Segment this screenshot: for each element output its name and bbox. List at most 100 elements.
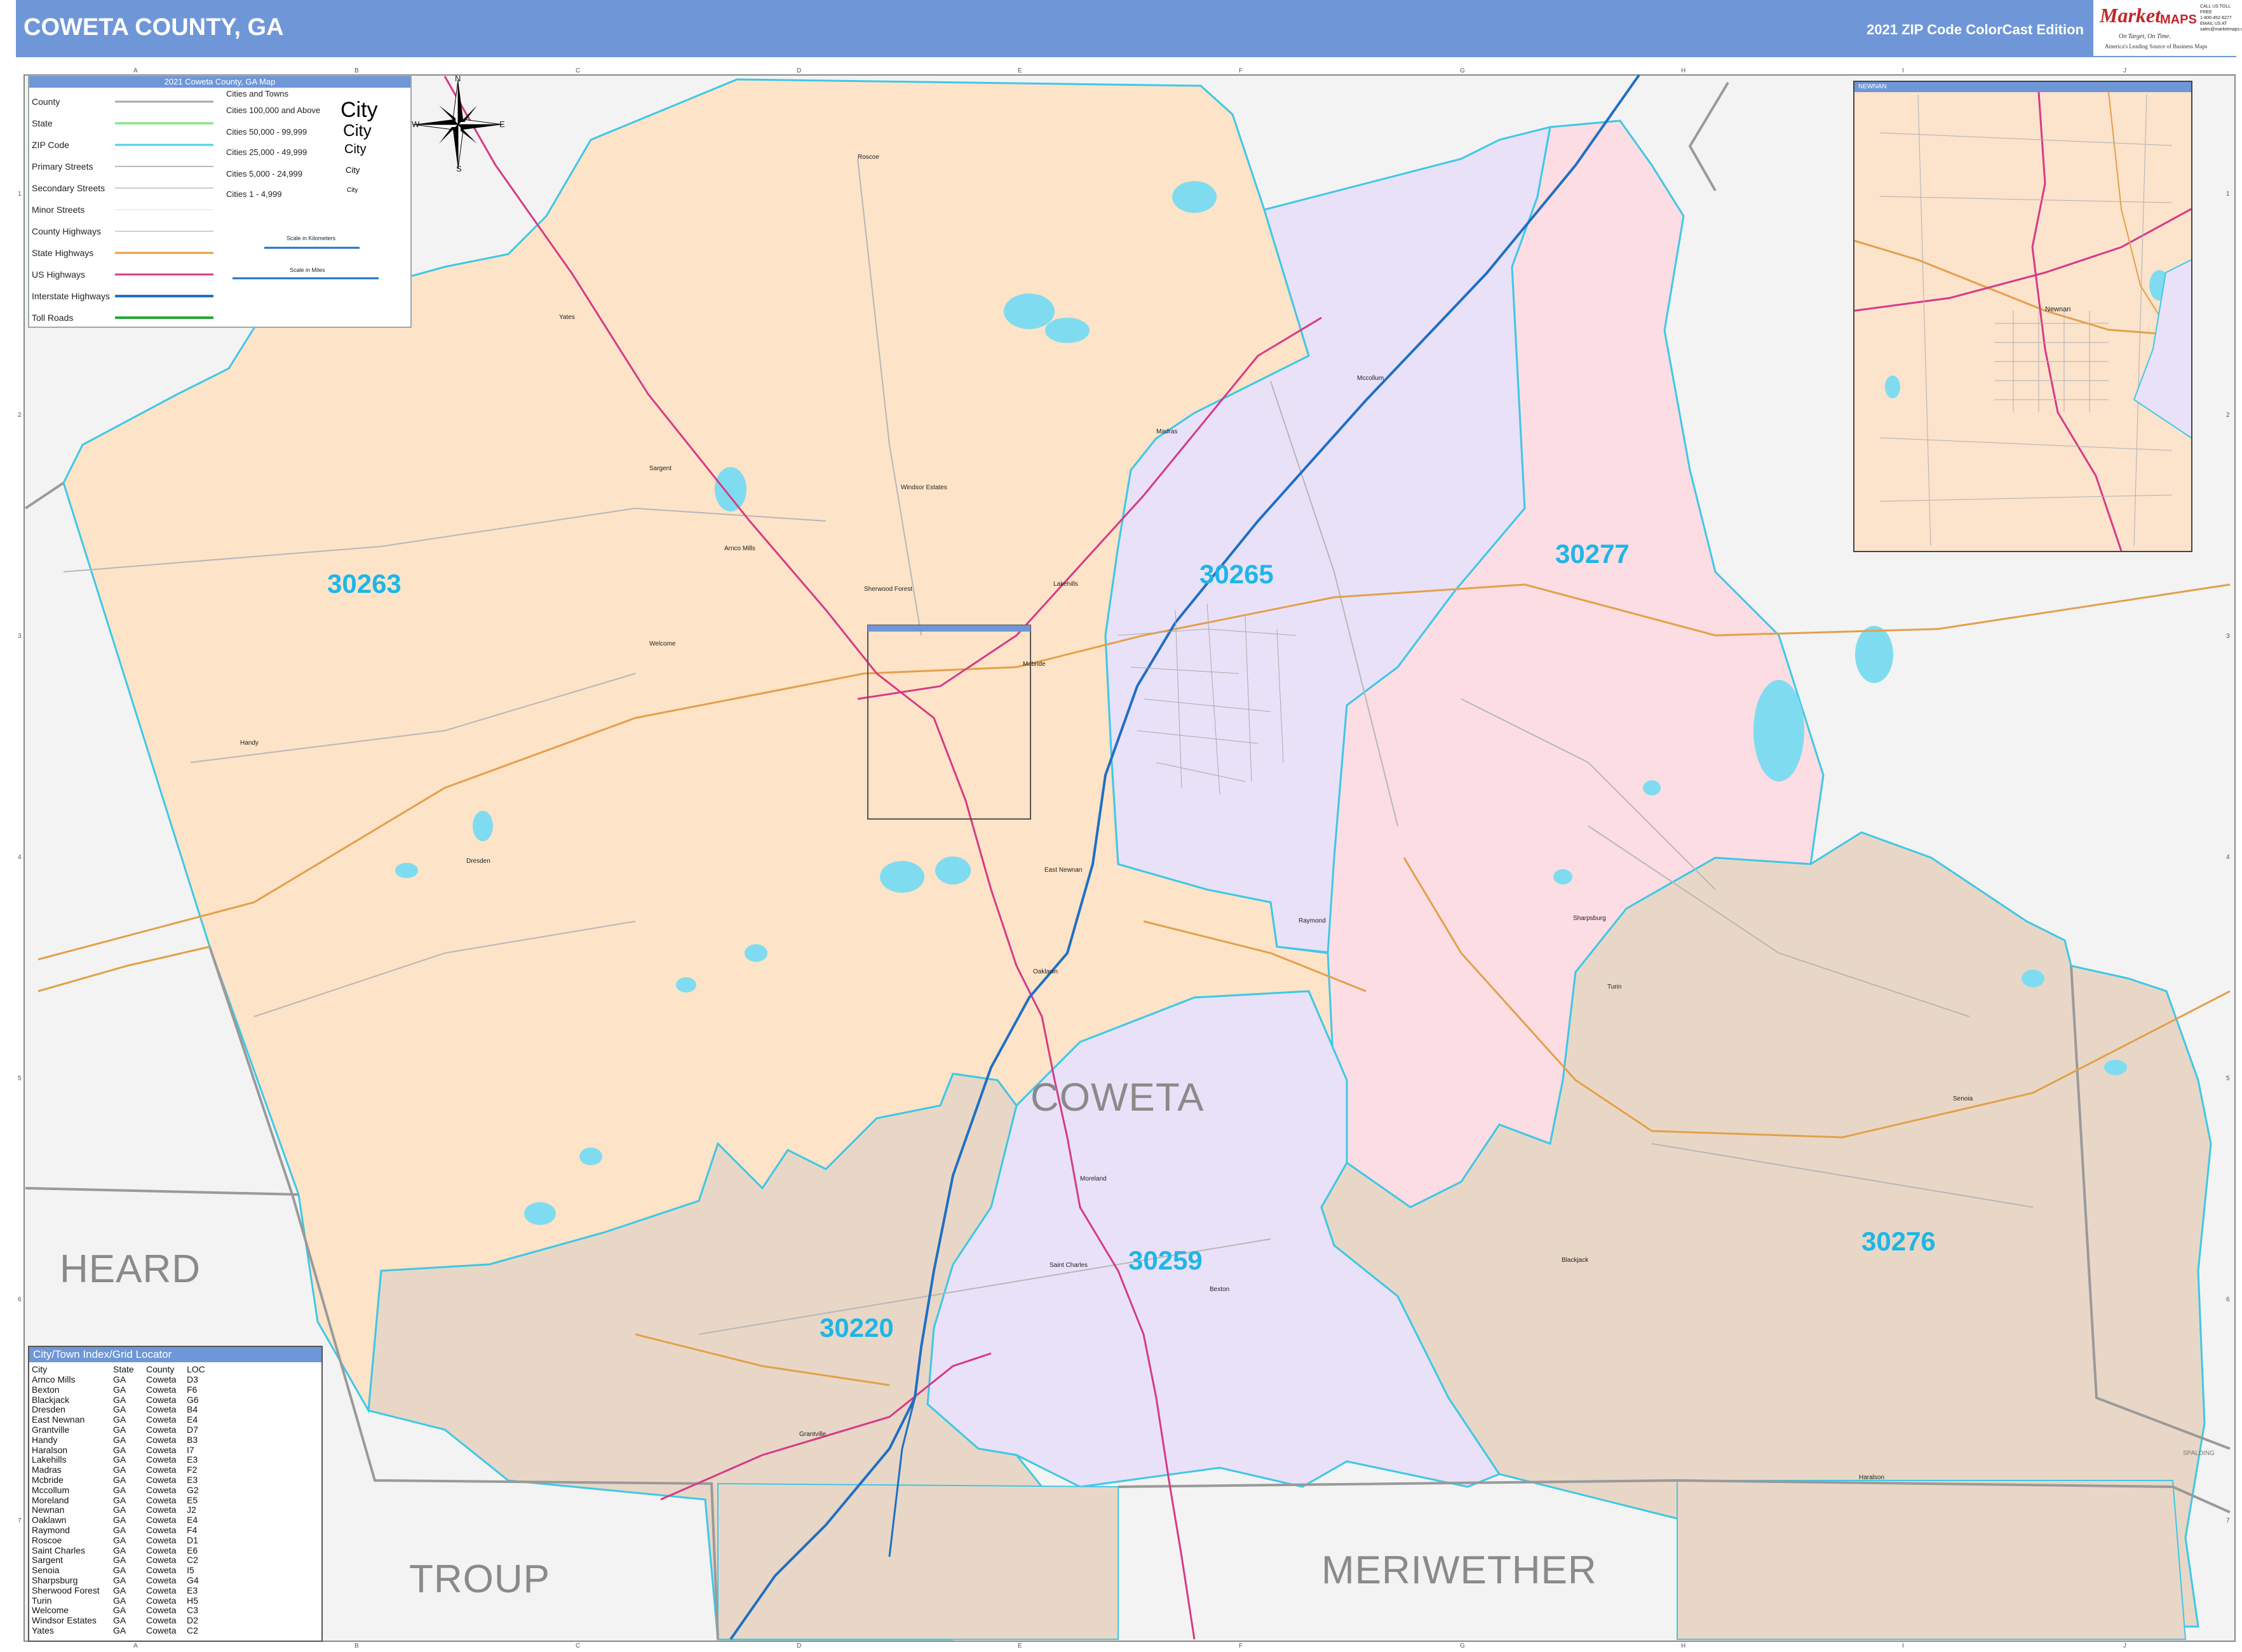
town-label: Turin	[1607, 984, 1622, 991]
locator-cell: Grantville	[32, 1425, 70, 1435]
locator-cell: Coweta	[146, 1585, 177, 1595]
locator-cell: GA	[113, 1494, 126, 1505]
inset-canvas	[1854, 91, 2191, 551]
county-label-troup: TROUP	[409, 1557, 550, 1601]
town-label: Grantville	[799, 1431, 827, 1438]
city-index-locator: City/Town Index/Grid Locator City State …	[28, 1346, 323, 1642]
locator-cell: GA	[113, 1515, 126, 1526]
grid-col-label: B	[355, 67, 359, 74]
grid-col-label: J	[2123, 67, 2126, 74]
compass-e: E	[499, 119, 505, 129]
locator-cell: GA	[113, 1425, 126, 1435]
county-label-heard: HEARD	[60, 1247, 201, 1291]
grid-row-label: 2	[2226, 412, 2230, 419]
locator-cell: E4	[187, 1414, 198, 1425]
locator-cell: E3	[187, 1585, 198, 1595]
locator-cell: GA	[113, 1444, 126, 1455]
locator-cell: Bexton	[32, 1384, 60, 1395]
locator-cell: D3	[187, 1374, 198, 1385]
locator-title: City/Town Index/Grid Locator	[29, 1347, 321, 1362]
grid-row-label: 3	[2226, 633, 2230, 640]
locator-cell: Coweta	[146, 1625, 177, 1635]
locator-cell: E3	[187, 1454, 198, 1465]
locator-cell: D7	[187, 1425, 198, 1435]
locator-cell: GA	[113, 1394, 126, 1405]
locator-cell: Coweta	[146, 1515, 177, 1526]
grid-col-label: I	[1902, 1642, 1904, 1649]
locator-cell: Coweta	[146, 1404, 177, 1415]
town-label: East Newnan	[1044, 867, 1083, 874]
zip-label-30276: 30276	[1861, 1226, 1936, 1256]
grid-col-label: D	[797, 1642, 802, 1649]
locator-cell: D2	[187, 1615, 198, 1626]
newnan-inset-locator-head	[868, 625, 1030, 632]
grid-col-label: F	[1239, 1642, 1243, 1649]
legend-scale-mi: Scale in Miles	[290, 267, 325, 273]
town-label: Mcbride	[1023, 661, 1046, 668]
compass-n: N	[455, 74, 461, 83]
locator-cell: Welcome	[32, 1605, 69, 1616]
locator-cell: GA	[113, 1404, 126, 1415]
town-label: Sherwood Forest	[864, 586, 913, 593]
town-label: Arnco Mills	[724, 545, 755, 552]
locator-cell: GA	[113, 1384, 126, 1395]
zip-label-30259: 30259	[1128, 1245, 1203, 1275]
town-label: Sharpsburg	[1573, 915, 1606, 922]
locator-cell: Handy	[32, 1434, 58, 1445]
locator-cell: Coweta	[146, 1414, 177, 1425]
locator-cell: GA	[113, 1465, 126, 1475]
grid-row-label: 4	[18, 854, 22, 861]
locator-cell: E4	[187, 1515, 198, 1526]
county-label-meriwether: MERIWETHER	[1321, 1548, 1597, 1592]
locator-cell: Coweta	[146, 1484, 177, 1495]
locator-cell: Moreland	[32, 1494, 69, 1505]
town-label: Handy	[240, 740, 259, 747]
locator-cell: GA	[113, 1615, 126, 1626]
grid-col-label: D	[797, 67, 802, 74]
locator-cell: Sargent	[32, 1555, 64, 1566]
legend-city-tier: Cities 1 - 4,999	[226, 189, 282, 199]
locator-cell: Turin	[32, 1595, 52, 1606]
compass-s: S	[456, 164, 462, 173]
locator-cell: Oaklawn	[32, 1515, 67, 1526]
grid-col-label: H	[1681, 1642, 1686, 1649]
grid-row-label: 1	[18, 191, 22, 198]
zip-label-30277: 30277	[1555, 539, 1630, 569]
locator-cell: Lakehills	[32, 1454, 67, 1465]
locator-cell: GA	[113, 1625, 126, 1635]
grid-col-label: C	[576, 67, 581, 74]
locator-cell: E5	[187, 1494, 198, 1505]
town-label: Oaklawn	[1033, 968, 1058, 975]
town-label: Mccollum	[1357, 375, 1384, 382]
grid-row-label: 7	[18, 1517, 22, 1524]
newnan-inset-map[interactable]: NEWNAN Newnan	[1853, 81, 2192, 552]
town-label: Saint Charles	[1050, 1262, 1088, 1269]
compass-w: W	[412, 119, 420, 129]
legend-city-sample: City	[347, 187, 358, 194]
town-label: Dresden	[466, 858, 490, 865]
locator-cell: GA	[113, 1565, 126, 1576]
legend-scale-km: Scale in Kilometers	[287, 235, 336, 241]
town-label: Raymond	[1299, 917, 1326, 924]
grid-row-label: 4	[2226, 854, 2230, 861]
locator-cell: Newnan	[32, 1505, 65, 1515]
zip-label-30220: 30220	[820, 1313, 894, 1343]
locator-cell: F2	[187, 1465, 198, 1475]
locator-cell: B3	[187, 1434, 198, 1445]
locator-cell: I7	[187, 1444, 194, 1455]
locator-cell: D1	[187, 1534, 198, 1545]
locator-col-header: State	[113, 1364, 134, 1374]
town-label: Sargent	[649, 465, 672, 472]
locator-cell: Coweta	[146, 1454, 177, 1465]
zip-area-south-strip	[717, 1482, 1119, 1640]
locator-cell: GA	[113, 1434, 126, 1445]
locator-cell: GA	[113, 1595, 126, 1606]
locator-cell: Arnco Mills	[32, 1374, 76, 1385]
grid-col-label: H	[1681, 67, 1686, 74]
zip-area-south-strip-2	[1677, 1480, 2187, 1640]
locator-cell: GA	[113, 1414, 126, 1425]
locator-cell: Senoia	[32, 1565, 60, 1576]
locator-cell: GA	[113, 1454, 126, 1465]
locator-cell: F6	[187, 1384, 198, 1395]
grid-col-label: F	[1239, 67, 1243, 74]
